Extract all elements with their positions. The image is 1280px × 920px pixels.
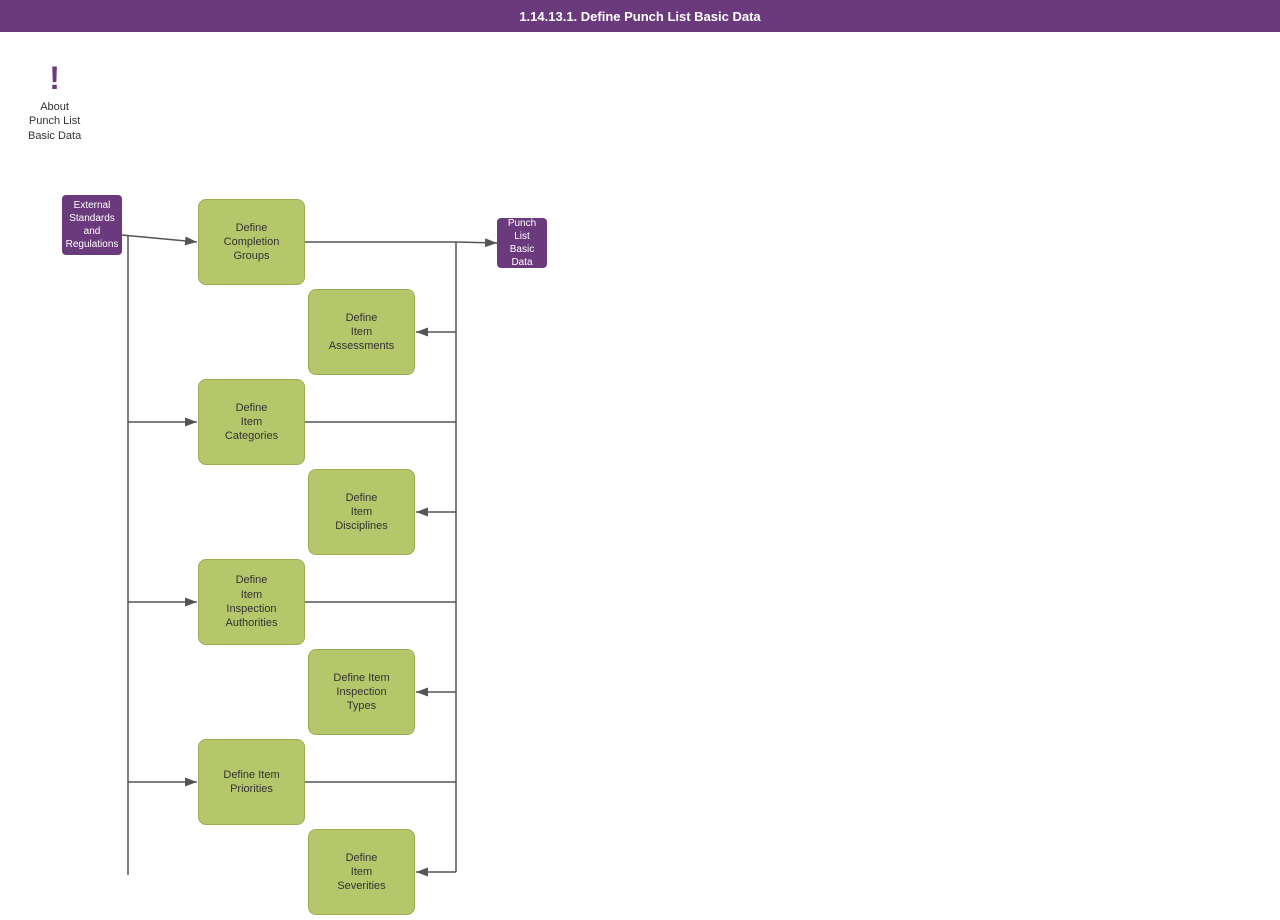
define-item-categories-node[interactable]: DefineItemCategories (198, 379, 305, 465)
punch-list-basic-data-node: PunchList BasicData (497, 218, 547, 268)
arrow-ext-to-completion (122, 235, 197, 242)
define-item-assessments-label: DefineItemAssessments (329, 311, 394, 354)
define-completion-groups-node[interactable]: DefineCompletionGroups (198, 199, 305, 285)
external-standards-label: ExternalStandardsandRegulations (66, 199, 119, 251)
diagram: ExternalStandardsandRegulations DefineCo… (0, 40, 1280, 880)
header-title: 1.14.13.1. Define Punch List Basic Data (519, 9, 760, 24)
define-completion-groups-label: DefineCompletionGroups (224, 221, 280, 264)
define-item-assessments-node[interactable]: DefineItemAssessments (308, 289, 415, 375)
page-header: 1.14.13.1. Define Punch List Basic Data (0, 0, 1280, 32)
define-item-disciplines-label: DefineItemDisciplines (335, 491, 388, 534)
define-item-categories-label: DefineItemCategories (225, 401, 278, 444)
define-item-severities-label: DefineItemSeverities (337, 851, 385, 894)
define-item-disciplines-node[interactable]: DefineItemDisciplines (308, 469, 415, 555)
define-item-inspection-authorities-label: DefineItemInspectionAuthorities (226, 573, 278, 630)
define-item-inspection-authorities-node[interactable]: DefineItemInspectionAuthorities (198, 559, 305, 645)
define-item-severities-node[interactable]: DefineItemSeverities (308, 829, 415, 915)
punch-list-basic-data-label: PunchList BasicData (503, 217, 541, 269)
arrows-svg (0, 40, 1280, 920)
define-item-inspection-types-node[interactable]: Define ItemInspectionTypes (308, 649, 415, 735)
define-item-priorities-label: Define ItemPriorities (223, 768, 279, 797)
external-standards-node: ExternalStandardsandRegulations (62, 195, 122, 255)
arrow-to-punch-list (456, 242, 497, 243)
define-item-priorities-node[interactable]: Define ItemPriorities (198, 739, 305, 825)
define-item-inspection-types-label: Define ItemInspectionTypes (333, 671, 389, 714)
